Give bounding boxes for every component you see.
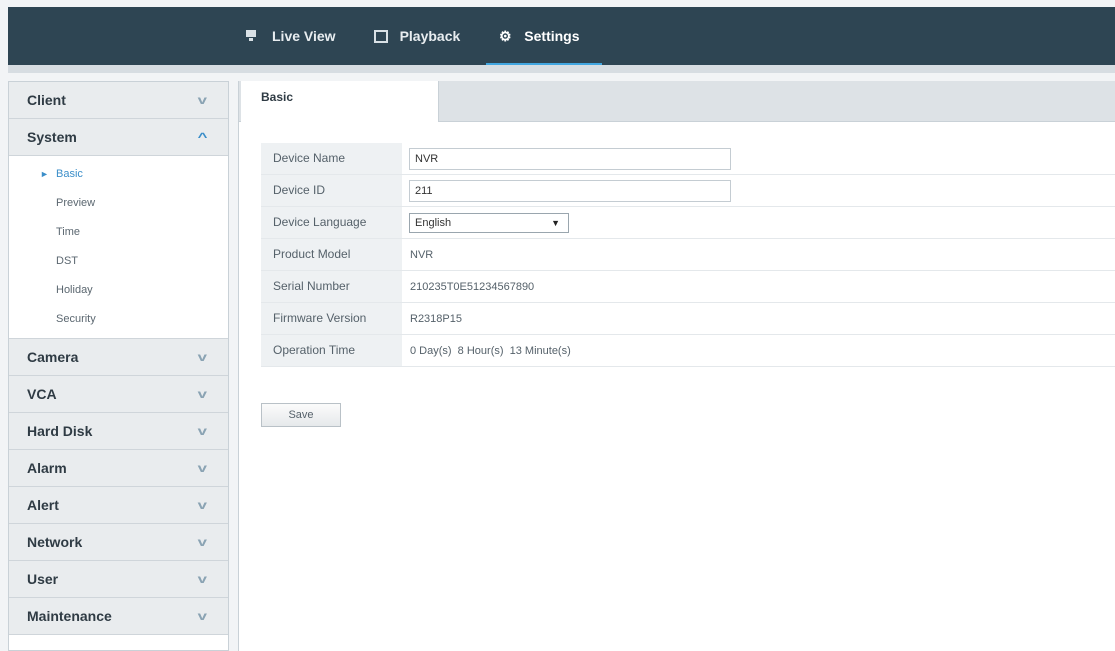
form-row-operation-time: Operation Time 0 Day(s) 8 Hour(s) 13 Min… [261, 335, 1115, 367]
form-row-product-model: Product Model NVR [261, 239, 1115, 271]
sidebar-item-basic[interactable]: ► Basic [9, 160, 228, 189]
system-submenu: ► Basic Preview Time DST Holiday Securit… [9, 156, 228, 339]
field-label: Product Model [261, 239, 402, 270]
chevron-down-icon: v [197, 387, 208, 401]
chevron-down-icon: v [197, 93, 208, 107]
form-row-firmware-version: Firmware Version R2318P15 [261, 303, 1115, 335]
sidebar-section-label: Network [27, 534, 83, 550]
sidebar-section-label: User [27, 571, 59, 587]
firmware-version-value: R2318P15 [410, 312, 462, 325]
sidebar-section-maintenance[interactable]: Maintenance v [9, 598, 228, 635]
sidebar-section-alarm[interactable]: Alarm v [9, 450, 228, 487]
field-label: Device ID [261, 175, 402, 206]
sidebar-section-user[interactable]: User v [9, 561, 228, 598]
chevron-down-icon: v [197, 461, 208, 475]
nav-playback-label: Playback [399, 28, 461, 44]
tab-basic[interactable]: Basic [241, 81, 439, 122]
nav-settings[interactable]: ⚙ Settings [486, 7, 602, 65]
device-language-select[interactable]: English ▼ [409, 212, 569, 233]
sidebar-section-label: System [27, 129, 77, 145]
sidebar-section-hard-disk[interactable]: Hard Disk v [9, 413, 228, 450]
form-row-serial-number: Serial Number 210235T0E51234567890 [261, 271, 1115, 303]
main-nav: Live View Playback ⚙ Settings [244, 7, 618, 65]
form-row-device-language: Device Language English ▼ [261, 207, 1115, 239]
sidebar-item-label: Basic [56, 168, 83, 180]
device-id-input[interactable] [409, 179, 731, 202]
sidebar-section-vca[interactable]: VCA v [9, 376, 228, 413]
chevron-down-icon: v [197, 424, 208, 438]
operation-time-value: 0 Day(s) 8 Hour(s) 13 Minute(s) [410, 344, 571, 357]
sidebar-section-network[interactable]: Network v [9, 524, 228, 561]
form-row-device-id: Device ID [261, 175, 1115, 207]
sidebar-item-label: DST [56, 255, 78, 267]
sidebar-section-label: Alarm [27, 460, 67, 476]
chevron-down-icon: v [197, 350, 208, 364]
tab-strip: Basic [239, 81, 1115, 122]
sidebar-section-client[interactable]: Client v [9, 82, 228, 119]
sidebar-section-alert[interactable]: Alert v [9, 487, 228, 524]
film-icon [373, 29, 388, 43]
sidebar-item-security[interactable]: Security [9, 305, 228, 334]
field-label: Operation Time [261, 335, 402, 366]
top-nav-bar: Live View Playback ⚙ Settings [8, 7, 1115, 65]
chevron-down-icon: v [197, 535, 208, 549]
nav-settings-label: Settings [524, 28, 580, 44]
serial-number-value: 210235T0E51234567890 [410, 280, 535, 293]
sidebar-section-camera[interactable]: Camera v [9, 339, 228, 376]
field-label: Device Name [261, 143, 402, 174]
sidebar-section-label: Client [27, 92, 66, 108]
chevron-up-icon: ^ [197, 130, 208, 144]
chevron-down-icon: v [197, 498, 208, 512]
sidebar-section-label: Alert [27, 497, 59, 513]
settings-sidebar: Client v System ^ ► Basic Preview Time D… [8, 81, 229, 651]
sidebar-section-label: Camera [27, 349, 79, 365]
sidebar-section-label: Maintenance [27, 608, 112, 624]
sidebar-item-label: Time [56, 226, 81, 238]
sidebar-section-label: Hard Disk [27, 423, 93, 439]
device-name-input[interactable] [409, 147, 731, 170]
nav-live-view-label: Live View [272, 28, 336, 44]
field-label: Device Language [261, 207, 402, 238]
sidebar-item-label: Holiday [56, 284, 93, 296]
gear-icon: ⚙ [499, 28, 512, 44]
sidebar-item-label: Security [56, 313, 96, 325]
save-button[interactable]: Save [261, 403, 341, 427]
top-bar-shadow [8, 65, 1115, 73]
sidebar-section-label: VCA [27, 386, 57, 402]
sidebar-item-dst[interactable]: DST [9, 247, 228, 276]
sidebar-section-system[interactable]: System ^ [9, 119, 228, 156]
sidebar-item-preview[interactable]: Preview [9, 189, 228, 218]
dropdown-arrow-icon: ▼ [551, 217, 560, 228]
product-model-value: NVR [410, 248, 434, 261]
active-arrow-icon: ► [40, 169, 49, 179]
sidebar-item-label: Preview [56, 197, 96, 209]
monitor-icon [244, 29, 260, 43]
selected-language: English [415, 216, 452, 229]
nav-playback[interactable]: Playback [373, 7, 461, 65]
settings-content: Basic Device Name Device ID Device Langu… [238, 81, 1115, 651]
basic-settings-form: Device Name Device ID Device Language En… [261, 143, 1115, 367]
sidebar-item-holiday[interactable]: Holiday [9, 276, 228, 305]
form-row-device-name: Device Name [261, 143, 1115, 175]
field-label: Serial Number [261, 271, 402, 302]
field-label: Firmware Version [261, 303, 402, 334]
sidebar-item-time[interactable]: Time [9, 218, 228, 247]
chevron-down-icon: v [197, 572, 208, 586]
chevron-down-icon: v [197, 609, 208, 623]
nav-live-view[interactable]: Live View [244, 7, 336, 65]
